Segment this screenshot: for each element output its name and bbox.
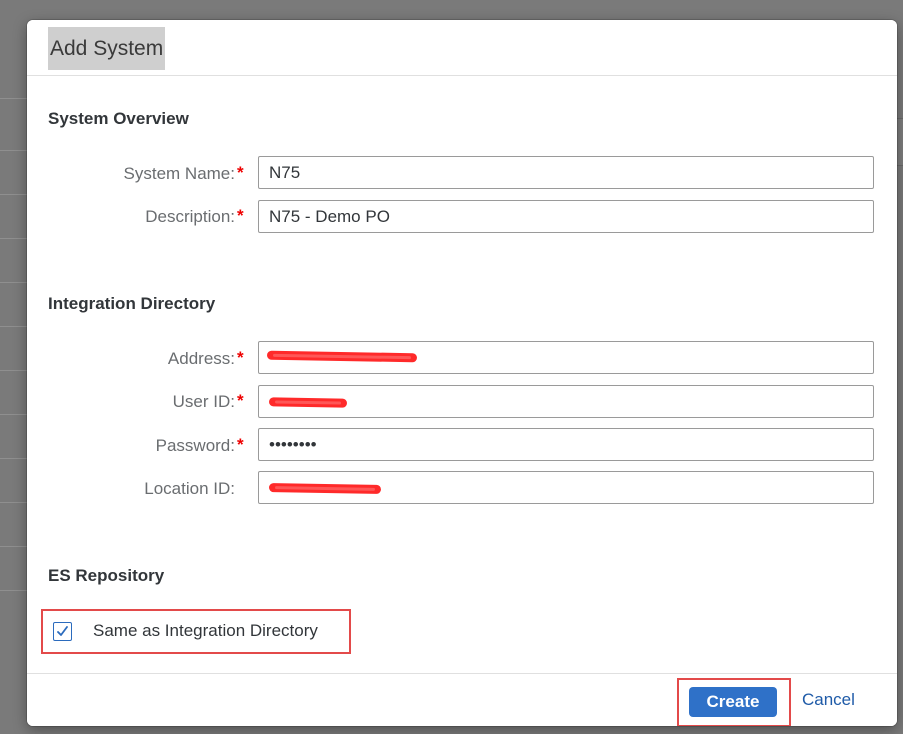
system-name-label: System Name:	[123, 164, 235, 183]
dialog-title: Add System	[48, 27, 166, 70]
background-divider	[0, 238, 28, 239]
checkmark-icon	[57, 626, 68, 636]
required-marker: *	[237, 163, 244, 182]
required-marker: *	[237, 206, 244, 225]
same-as-integration-directory-checkbox[interactable]	[53, 622, 72, 641]
background-divider	[0, 282, 28, 283]
background-divider	[0, 546, 28, 547]
section-title-system-overview: System Overview	[48, 109, 189, 128]
same-as-integration-directory-label[interactable]: Same as Integration Directory	[93, 621, 318, 641]
description-input[interactable]	[258, 200, 874, 233]
cancel-button[interactable]: Cancel	[802, 690, 855, 710]
dialog-header: Add System	[27, 20, 897, 76]
required-marker: *	[237, 391, 244, 410]
background-divider	[0, 502, 28, 503]
section-title-integration-directory: Integration Directory	[48, 294, 216, 313]
highlight-outline-checkbox: Same as Integration Directory	[41, 609, 351, 654]
user-id-label: User ID:	[172, 392, 235, 411]
background-divider	[0, 150, 28, 151]
location-id-label: Location ID:	[144, 479, 235, 498]
user-id-input[interactable]	[258, 385, 874, 418]
background-divider	[0, 458, 28, 459]
background-divider	[0, 370, 28, 371]
background-divider	[0, 590, 28, 591]
redaction-mark	[268, 483, 382, 494]
background-divider	[0, 98, 28, 99]
background-divider	[0, 326, 28, 327]
address-label: Address:	[167, 349, 235, 368]
highlight-outline-create: Create	[677, 678, 791, 726]
dialog-footer: Create Cancel	[27, 673, 897, 726]
password-label: Password:	[155, 436, 235, 455]
required-marker: *	[237, 348, 244, 367]
password-input[interactable]	[258, 428, 874, 461]
section-title-es-repository: ES Repository	[48, 566, 165, 585]
add-system-dialog: Add System System Overview System Name: …	[27, 20, 897, 726]
required-marker: *	[237, 435, 244, 454]
create-button[interactable]: Create	[689, 687, 777, 717]
background-divider	[0, 414, 28, 415]
system-name-input[interactable]	[258, 156, 874, 189]
redaction-mark	[268, 397, 348, 408]
background-divider	[0, 194, 28, 195]
description-label: Description:	[145, 207, 235, 226]
